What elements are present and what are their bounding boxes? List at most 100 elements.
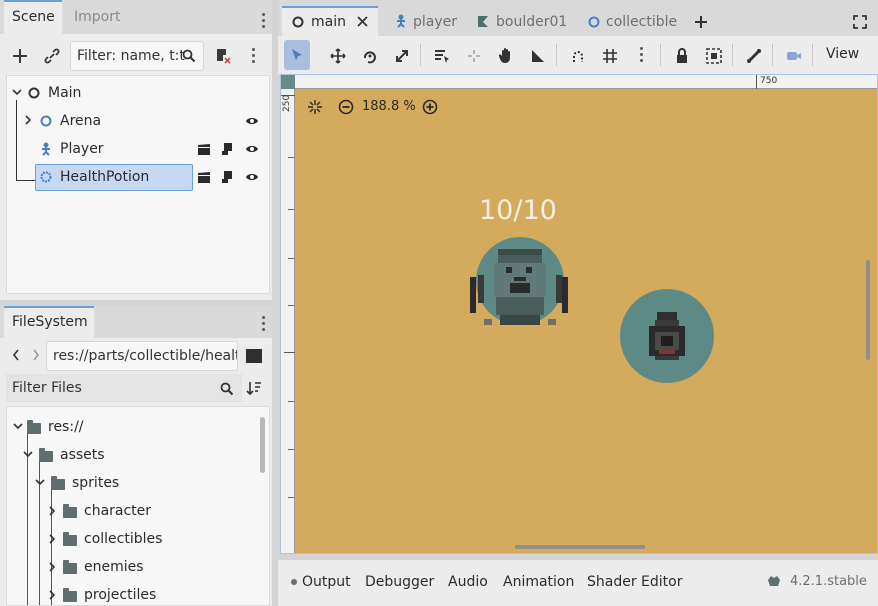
file-item-character[interactable]: character — [84, 497, 151, 525]
toolbar-separator — [812, 44, 813, 66]
lock-icon[interactable] — [675, 48, 689, 64]
scene-node-main[interactable]: Main — [48, 79, 81, 107]
smart-snap-icon[interactable] — [570, 48, 586, 64]
chevron-down-icon[interactable] — [23, 451, 33, 459]
scene-dock-menu-icon[interactable] — [262, 13, 266, 31]
ruler-tick — [288, 449, 294, 450]
sort-icon[interactable] — [246, 380, 262, 396]
path-field[interactable]: res://parts/collectible/healt — [46, 341, 238, 371]
chevron-right-icon[interactable] — [49, 562, 57, 572]
file-item-enemies[interactable]: enemies — [84, 553, 144, 581]
tab-player[interactable]: player — [413, 8, 457, 36]
tab-scene[interactable]: Scene — [4, 0, 62, 34]
visibility-eye-icon[interactable] — [245, 171, 259, 183]
toolbar-separator — [772, 44, 773, 66]
scene-options-icon[interactable] — [252, 48, 256, 66]
filter-files-input[interactable]: Filter Files — [6, 374, 242, 402]
visibility-eye-icon[interactable] — [245, 143, 259, 155]
scene-dock: Scene Import Filter: name, t:t Main Aren… — [0, 0, 272, 300]
scene-node-player[interactable]: Player — [60, 135, 104, 163]
folder-icon — [27, 420, 41, 434]
grid-snap-icon[interactable] — [602, 48, 618, 64]
ruler-tick — [288, 401, 294, 402]
player-sprite[interactable] — [470, 235, 570, 329]
node2d-circle-icon — [40, 115, 52, 127]
center-view-icon[interactable] — [307, 99, 323, 115]
chevron-right-icon[interactable] — [49, 534, 57, 544]
scene-tree: Main Arena Player HealthPotion — [6, 75, 270, 294]
move-tool-icon[interactable] — [330, 48, 346, 64]
filesystem-menu-icon[interactable] — [262, 316, 266, 334]
ruler-tool-icon[interactable] — [530, 48, 546, 64]
zoom-in-icon[interactable] — [422, 99, 438, 115]
chevron-down-icon[interactable] — [35, 479, 45, 487]
script-icon[interactable] — [221, 170, 234, 184]
toolbar-separator — [660, 44, 661, 66]
scale-tool-icon[interactable] — [394, 48, 410, 64]
chevron-down-icon[interactable] — [13, 423, 23, 431]
folder-icon — [51, 476, 65, 490]
tree-line — [16, 180, 36, 181]
shader-editor-tab[interactable]: Shader Editor — [587, 570, 682, 594]
pivot-tool-icon[interactable] — [466, 48, 482, 64]
file-item-projectiles[interactable]: projectiles — [84, 581, 156, 605]
file-item-sprites[interactable]: sprites — [72, 469, 119, 497]
toolbar-separator — [556, 44, 557, 66]
node2d-circle-icon — [28, 87, 40, 99]
clapperboard-icon[interactable] — [197, 143, 211, 156]
split-view-icon[interactable] — [246, 349, 262, 363]
group-icon[interactable] — [706, 48, 722, 64]
close-icon[interactable] — [356, 15, 369, 28]
add-tab-icon[interactable] — [694, 15, 708, 29]
view-menu-button[interactable]: View — [826, 46, 859, 62]
viewport-scrollbar-horizontal[interactable] — [515, 545, 645, 549]
animation-tab[interactable]: Animation — [503, 570, 574, 594]
filesystem-dock-tabs: FileSystem — [0, 306, 272, 338]
zoom-out-icon[interactable] — [338, 99, 354, 115]
search-icon — [220, 382, 234, 396]
clapperboard-icon[interactable] — [197, 171, 211, 184]
file-item-assets[interactable]: assets — [60, 441, 105, 469]
tab-boulder01[interactable]: boulder01 — [496, 8, 567, 36]
scene-node-arena[interactable]: Arena — [60, 107, 101, 135]
chevron-right-icon[interactable] — [49, 590, 57, 600]
chevron-right-icon[interactable] — [25, 115, 33, 125]
file-item-res[interactable]: res:// — [48, 413, 84, 441]
scene-node-healthpotion[interactable]: HealthPotion — [60, 163, 149, 191]
area2d-icon — [40, 171, 52, 183]
scene-circle-icon — [292, 16, 304, 28]
ruler-tick — [756, 75, 757, 89]
scrollbar[interactable] — [260, 417, 265, 473]
bone-icon[interactable] — [746, 48, 762, 64]
chevron-right-icon[interactable] — [49, 506, 57, 516]
visibility-eye-icon[interactable] — [245, 115, 259, 127]
debugger-tab[interactable]: Debugger — [365, 570, 434, 594]
character-body-icon — [397, 14, 405, 28]
instance-link-icon[interactable] — [44, 48, 60, 64]
game-canvas[interactable] — [295, 89, 877, 553]
script-icon[interactable] — [221, 142, 234, 156]
rotate-tool-icon[interactable] — [362, 48, 378, 64]
script-filter-icon[interactable] — [214, 47, 232, 65]
pan-hand-icon[interactable] — [498, 47, 514, 64]
forward-arrow-icon[interactable] — [32, 349, 40, 361]
tab-filesystem[interactable]: FileSystem — [4, 306, 94, 338]
file-item-collectibles[interactable]: collectibles — [84, 525, 162, 553]
zoom-level[interactable]: 188.8 % — [362, 98, 416, 116]
ruler-tick — [288, 497, 294, 498]
camera-override-icon[interactable] — [786, 48, 802, 62]
chevron-down-icon[interactable] — [12, 89, 22, 97]
health-potion-sprite[interactable] — [619, 288, 715, 384]
tab-collectible[interactable]: collectible — [606, 8, 677, 36]
tab-main-label[interactable]: main — [311, 8, 346, 36]
viewport-scrollbar-vertical[interactable] — [866, 260, 870, 360]
back-arrow-icon[interactable] — [12, 349, 20, 361]
snap-options-icon[interactable] — [640, 47, 644, 65]
ruler-left — [281, 89, 295, 553]
output-tab[interactable]: Output — [302, 570, 351, 594]
tab-import[interactable]: Import — [66, 0, 128, 34]
fullscreen-icon[interactable] — [853, 15, 867, 29]
list-select-icon[interactable] — [434, 48, 450, 64]
add-node-icon[interactable] — [12, 48, 28, 64]
audio-tab[interactable]: Audio — [448, 570, 488, 594]
